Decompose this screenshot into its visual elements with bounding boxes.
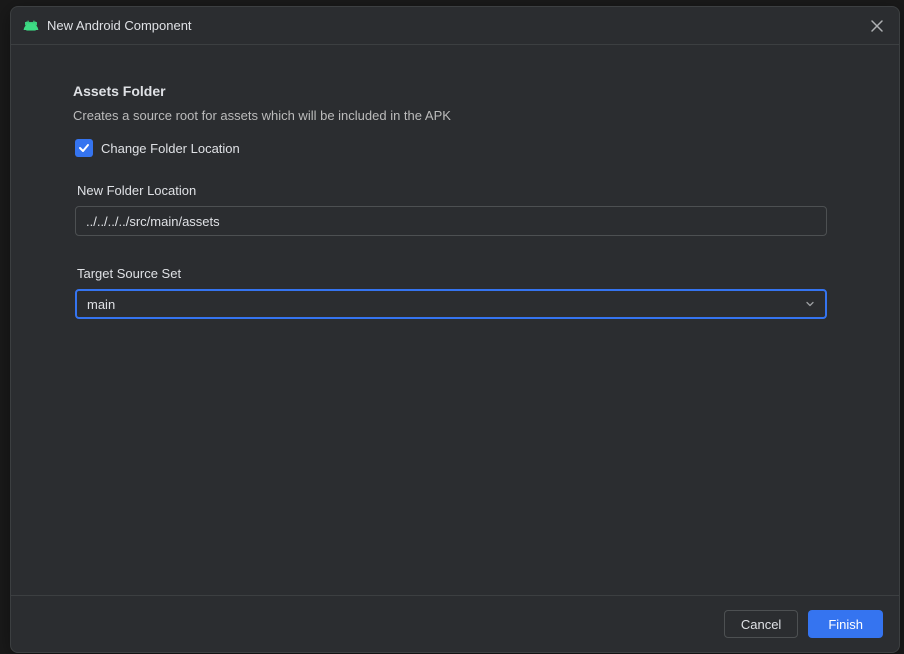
change-folder-checkbox-label[interactable]: Change Folder Location	[101, 141, 240, 156]
target-source-set-dropdown[interactable]: main	[75, 289, 827, 319]
chevron-down-icon	[805, 297, 815, 312]
titlebar: New Android Component	[11, 7, 899, 45]
folder-location-input[interactable]	[75, 206, 827, 236]
dialog-window: New Android Component Assets Folder Crea…	[10, 6, 900, 653]
section-heading: Assets Folder	[73, 83, 837, 99]
section-description: Creates a source root for assets which w…	[73, 108, 837, 123]
dialog-content: Assets Folder Creates a source root for …	[11, 45, 899, 595]
close-button[interactable]	[867, 16, 887, 36]
target-source-set-label: Target Source Set	[77, 266, 837, 281]
dropdown-value: main	[87, 297, 115, 312]
close-icon	[870, 19, 884, 33]
cancel-button[interactable]: Cancel	[724, 610, 798, 638]
android-icon	[23, 18, 39, 34]
dialog-footer: Cancel Finish	[11, 595, 899, 652]
folder-location-label: New Folder Location	[77, 183, 837, 198]
finish-button[interactable]: Finish	[808, 610, 883, 638]
checkmark-icon	[78, 142, 90, 154]
dialog-title: New Android Component	[47, 18, 867, 33]
change-folder-checkbox[interactable]	[75, 139, 93, 157]
change-folder-checkbox-row: Change Folder Location	[75, 139, 837, 157]
